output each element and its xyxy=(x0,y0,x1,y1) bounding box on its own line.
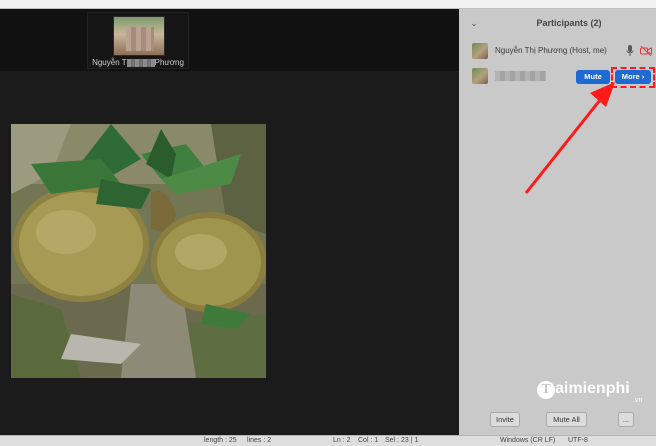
participant-row[interactable]: Nguyễn Thị Phương (Host, me) xyxy=(459,40,656,64)
status-eol: Windows (CR LF) xyxy=(500,437,556,444)
more-options-button[interactable]: ... xyxy=(618,412,634,427)
participant-thumbnail[interactable]: Nguyễn T Phương xyxy=(87,12,189,69)
avatar xyxy=(472,68,488,84)
thumbnail-strip: Nguyễn T Phương xyxy=(0,9,459,71)
mute-all-button[interactable]: Mute All xyxy=(546,412,587,427)
status-sel: Sel : 23 | 1 xyxy=(385,437,419,444)
watermark-brand: aimienphi xyxy=(555,380,630,397)
chevron-down-icon[interactable]: ⌄ xyxy=(469,18,479,28)
invite-button[interactable]: Invite xyxy=(490,412,520,427)
watermark-logo: T aimienphi .vn xyxy=(537,379,652,407)
status-bar: length : 25 lines : 2 Ln : 2 Col : 1 Sel… xyxy=(0,435,656,446)
thumbnail-video xyxy=(113,16,165,56)
window-title-bar xyxy=(0,0,656,9)
thumbnail-name: Nguyễn T Phương xyxy=(92,58,184,67)
watermark-tld: .vn xyxy=(633,397,643,404)
watermark-initial: T xyxy=(537,381,555,399)
participants-header: ⌄ Participants (2) xyxy=(459,9,656,37)
participant-name: Nguyễn Thị Phương (Host, me) xyxy=(495,46,607,55)
video-area: Nguyễn T Phương xyxy=(0,9,459,435)
face-blur xyxy=(126,27,154,51)
video-off-icon[interactable] xyxy=(640,45,652,57)
status-length: length : 25 xyxy=(204,437,237,444)
status-encoding: UTF-8 xyxy=(568,437,588,444)
panel-title: Participants (2) xyxy=(536,18,602,28)
avatar xyxy=(472,43,488,59)
status-col: Col : 1 xyxy=(358,437,379,444)
participant-name-mosaic xyxy=(495,71,546,81)
participants-panel: ⌄ Participants (2) Nguyễn Thị Phương (Ho… xyxy=(459,9,656,435)
participant-row[interactable]: Mute More › xyxy=(459,65,656,89)
status-ln: Ln : 2 xyxy=(333,437,351,444)
name-mosaic xyxy=(126,58,155,67)
mute-button[interactable]: Mute xyxy=(576,70,610,84)
status-lines: lines : 2 xyxy=(247,437,272,444)
highlight-box xyxy=(611,67,655,88)
mic-icon[interactable] xyxy=(626,45,634,57)
main-video-jackfruit xyxy=(11,124,266,378)
